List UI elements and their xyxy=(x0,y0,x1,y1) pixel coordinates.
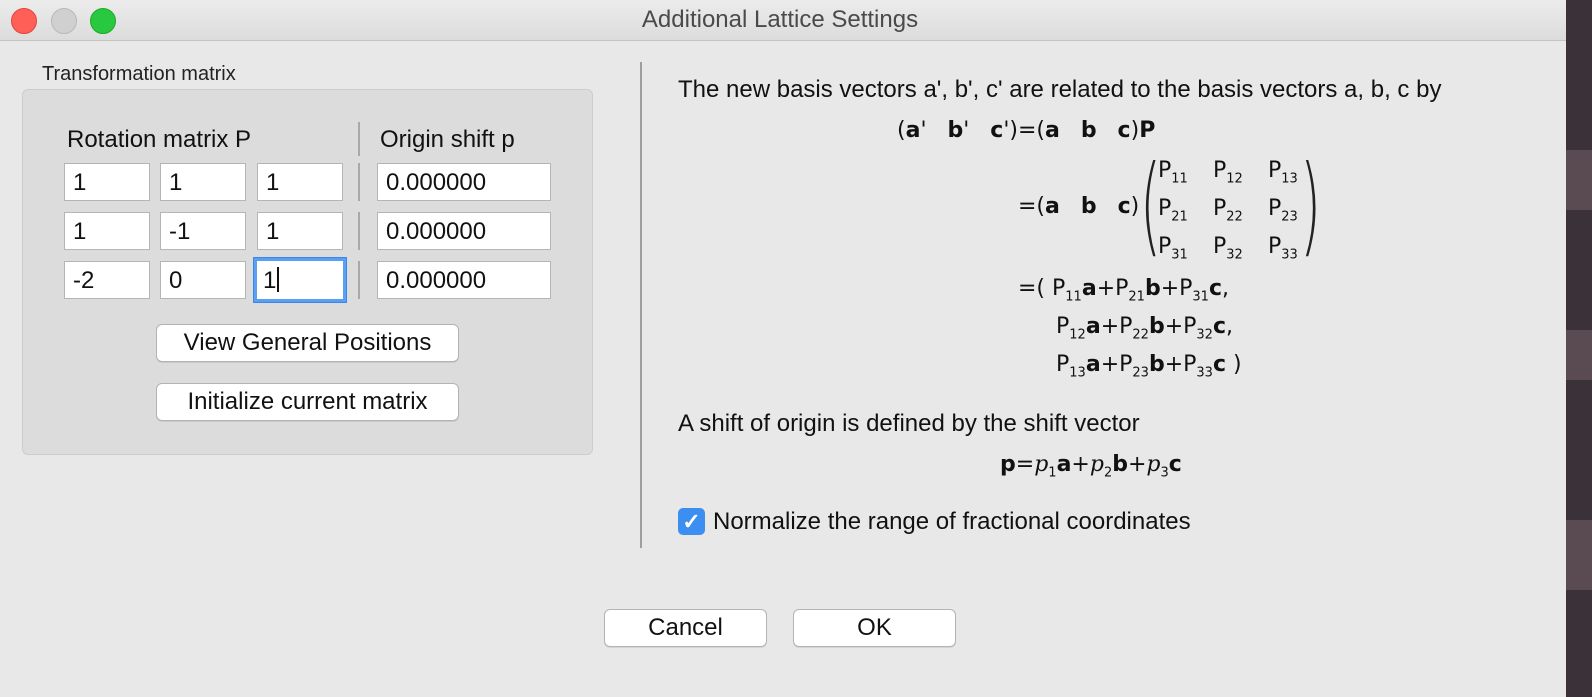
p33-value: 1 xyxy=(263,267,277,294)
rotation-matrix-header: Rotation matrix P xyxy=(67,126,252,153)
basis-description: The new basis vectors a', b', c' are rel… xyxy=(678,76,1442,103)
p11-field[interactable]: 1 xyxy=(64,163,150,201)
shift-description: A shift of origin is defined by the shif… xyxy=(678,410,1140,437)
p32-field[interactable]: 0 xyxy=(160,261,246,299)
header-separator xyxy=(358,122,360,156)
vertical-divider xyxy=(640,62,642,548)
p33-field[interactable]: 1 xyxy=(254,258,346,302)
shift-p2-field[interactable]: 0.000000 xyxy=(377,212,551,250)
p31-field[interactable]: -2 xyxy=(64,261,150,299)
row-separator xyxy=(358,261,360,299)
text-cursor xyxy=(277,267,280,292)
normalize-label[interactable]: Normalize the range of fractional coordi… xyxy=(713,508,1191,536)
cancel-button[interactable]: Cancel xyxy=(604,609,767,647)
origin-shift-header: Origin shift p xyxy=(380,126,515,153)
shift-formula: p=p1a+p2b+p3c xyxy=(1000,452,1182,481)
row-separator xyxy=(358,163,360,201)
p13-field[interactable]: 1 xyxy=(257,163,343,201)
background-window-edge xyxy=(1566,0,1592,697)
window-title: Additional Lattice Settings xyxy=(641,6,919,33)
p23-field[interactable]: 1 xyxy=(257,212,343,250)
title-bar: Additional Lattice Settings xyxy=(0,0,1592,41)
view-general-positions-button[interactable]: View General Positions xyxy=(156,324,459,362)
p22-field[interactable]: -1 xyxy=(160,212,246,250)
row-separator xyxy=(358,212,360,250)
normalize-checkbox[interactable]: ✓ xyxy=(678,508,705,535)
transformation-group-title: Transformation matrix xyxy=(42,63,236,85)
p12-field[interactable]: 1 xyxy=(160,163,246,201)
ok-button[interactable]: OK xyxy=(793,609,956,647)
p21-field[interactable]: 1 xyxy=(64,212,150,250)
shift-p3-field[interactable]: 0.000000 xyxy=(377,261,551,299)
shift-p1-field[interactable]: 0.000000 xyxy=(377,163,551,201)
checkmark-icon: ✓ xyxy=(682,509,701,534)
initialize-matrix-button[interactable]: Initialize current matrix xyxy=(156,383,459,421)
